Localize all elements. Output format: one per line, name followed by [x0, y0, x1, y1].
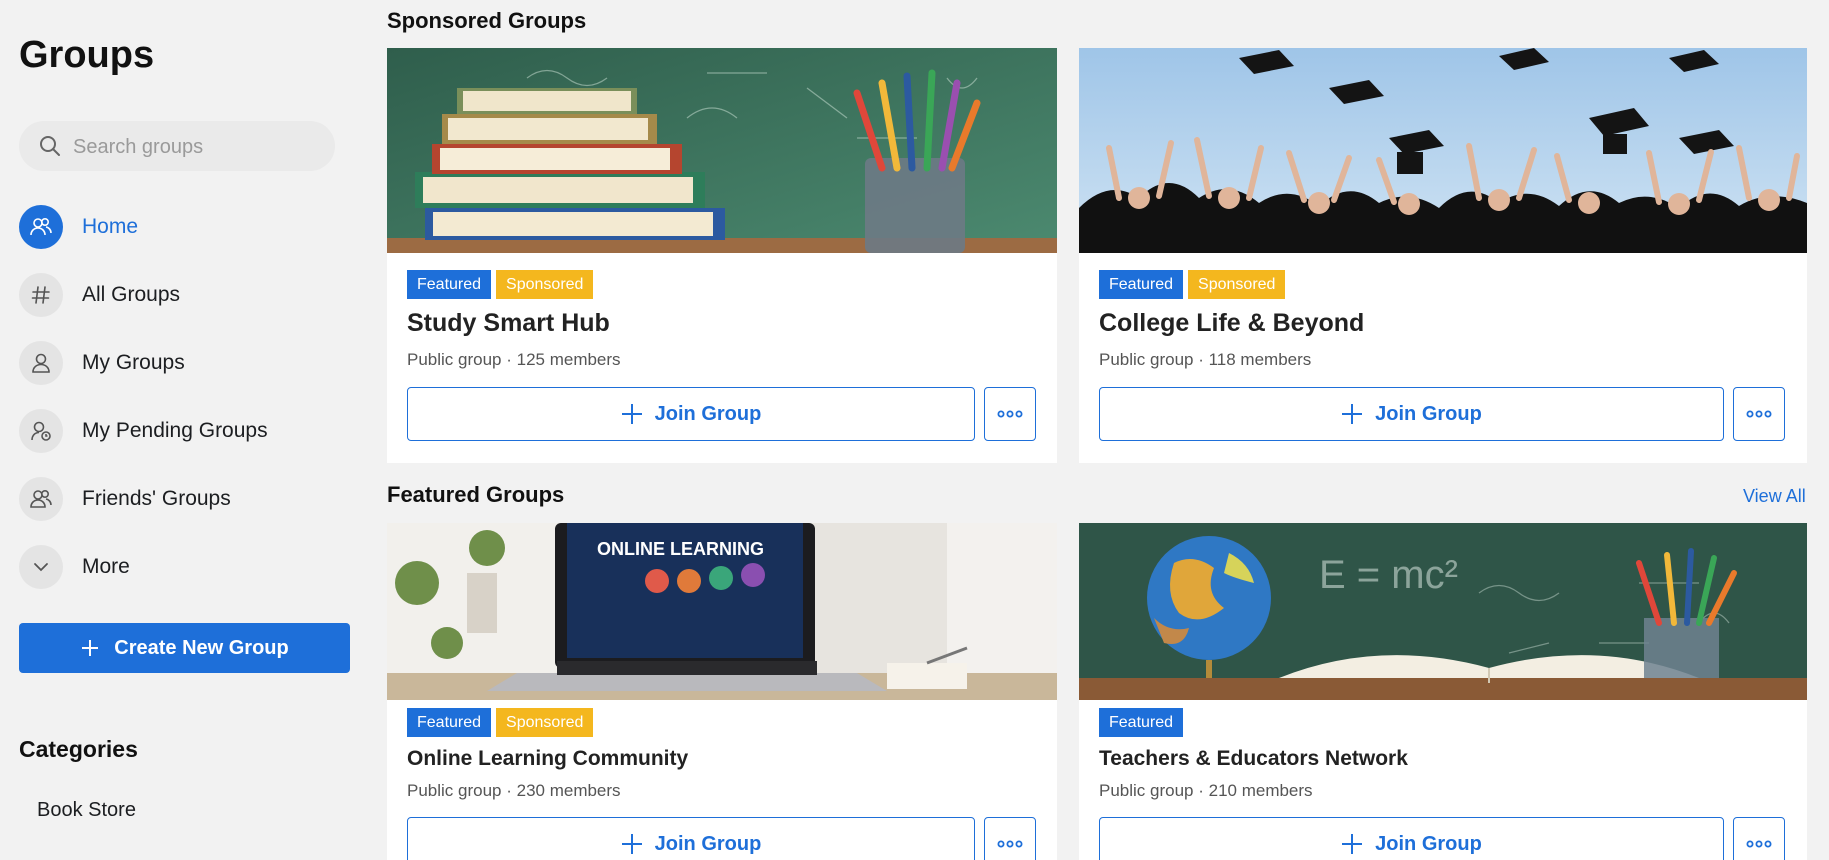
sidebar-item-all-groups[interactable]: All Groups	[19, 271, 349, 319]
join-group-label: Join Group	[654, 402, 762, 425]
user-icon	[19, 341, 63, 385]
more-dots-icon	[997, 410, 1023, 418]
sidebar-item-label: My Groups	[82, 351, 185, 374]
group-meta: Public group · 230 members	[407, 781, 621, 800]
laptop-online-learning-photo[interactable]: ONLINE LEARNING	[387, 523, 1057, 700]
groups-icon	[19, 205, 63, 249]
more-dots-icon	[1746, 840, 1772, 848]
featured-badge: Featured	[1099, 708, 1184, 737]
badge-row: Featured Sponsored	[1099, 270, 1286, 299]
sidebar-item-label: Home	[82, 215, 139, 238]
books-and-pencils-photo[interactable]	[387, 48, 1057, 253]
sidebar-item-label: All Groups	[82, 283, 181, 306]
join-group-button[interactable]: Join Group	[1099, 817, 1724, 860]
sidebar-item-my-pending-groups[interactable]: My Pending Groups	[19, 407, 349, 455]
search-icon	[40, 136, 60, 156]
join-group-label: Join Group	[1375, 402, 1482, 425]
group-card: ONLINE LEARNING Featured Sponsored Onlin…	[387, 523, 1057, 860]
more-options-button[interactable]	[984, 817, 1036, 860]
more-dots-icon	[1746, 410, 1772, 418]
group-meta: Public group · 125 members	[407, 350, 621, 369]
group-card: Featured Sponsored College Life & Beyond…	[1079, 48, 1807, 463]
page-title: Groups	[19, 34, 155, 76]
sidebar-item-home[interactable]: Home	[19, 203, 349, 251]
join-group-label: Join Group	[1375, 832, 1482, 855]
pending-user-icon	[19, 409, 63, 453]
sponsored-badge: Sponsored	[1188, 270, 1286, 299]
sidebar-item-friends-groups[interactable]: Friends' Groups	[19, 475, 349, 523]
badge-row: Featured Sponsored	[407, 270, 594, 299]
plus-icon	[621, 404, 642, 424]
search-input[interactable]	[71, 121, 325, 173]
sidebar-item-my-groups[interactable]: My Groups	[19, 339, 349, 387]
more-dots-icon	[997, 840, 1023, 848]
group-meta: Public group · 118 members	[1099, 350, 1312, 369]
sidebar-item-label: Friends' Groups	[82, 487, 231, 510]
more-options-button[interactable]	[1733, 817, 1785, 860]
group-card: E = mc² Featured Teachers & Educators Ne…	[1079, 523, 1807, 860]
section-title-sponsored: Sponsored Groups	[387, 8, 587, 33]
group-card: Featured Sponsored Study Smart Hub Publi…	[387, 48, 1057, 463]
sidebar-item-label: My Pending Groups	[82, 419, 268, 442]
plus-icon	[621, 834, 642, 854]
group-name[interactable]: Teachers & Educators Network	[1099, 747, 1408, 771]
chalkboard-equation: E = mc²	[1319, 553, 1458, 597]
featured-badge: Featured	[1099, 270, 1184, 299]
more-options-button[interactable]	[984, 387, 1036, 441]
featured-badge: Featured	[407, 708, 492, 737]
plus-icon	[1342, 834, 1363, 854]
view-all-link[interactable]: View All	[1743, 486, 1806, 507]
create-new-group-button[interactable]: Create New Group	[19, 623, 350, 673]
group-name[interactable]: College Life & Beyond	[1099, 309, 1364, 338]
join-group-button[interactable]: Join Group	[1099, 387, 1724, 441]
group-name[interactable]: Online Learning Community	[407, 747, 688, 771]
badge-row: Featured	[1099, 708, 1184, 737]
sidebar: Groups Home All Groups	[0, 0, 370, 860]
more-options-button[interactable]	[1733, 387, 1785, 441]
group-meta: Public group · 210 members	[1099, 781, 1313, 800]
sponsored-badge: Sponsored	[496, 270, 594, 299]
badge-row: Featured Sponsored	[407, 708, 594, 737]
sidebar-item-more[interactable]: More	[19, 543, 349, 591]
chevron-down-icon	[19, 545, 63, 589]
sidebar-item-label: More	[82, 555, 130, 578]
join-group-button[interactable]: Join Group	[407, 387, 975, 441]
plus-icon	[82, 640, 99, 656]
category-item[interactable]: Book Store	[37, 799, 136, 822]
categories-title: Categories	[19, 736, 138, 762]
join-group-button[interactable]: Join Group	[407, 817, 975, 860]
friends-icon	[19, 477, 63, 521]
globe-and-book-photo[interactable]: E = mc²	[1079, 523, 1807, 700]
sponsored-badge: Sponsored	[496, 708, 594, 737]
group-name[interactable]: Study Smart Hub	[407, 309, 610, 338]
plus-icon	[1342, 404, 1363, 424]
search-box[interactable]	[19, 121, 335, 173]
graduation-caps-photo[interactable]	[1079, 48, 1807, 253]
featured-badge: Featured	[407, 270, 492, 299]
create-new-group-label: Create New Group	[114, 636, 289, 659]
hash-icon	[19, 273, 63, 317]
join-group-label: Join Group	[654, 832, 762, 855]
laptop-screen-text: ONLINE LEARNING	[597, 539, 764, 559]
section-title-featured: Featured Groups	[387, 482, 565, 507]
